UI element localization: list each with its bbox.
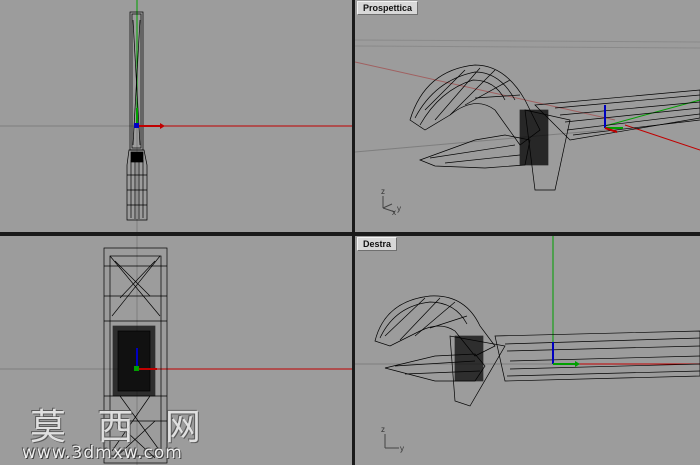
perspective-x-axis (355, 61, 616, 121)
axis-label-z: z (381, 187, 385, 196)
viewport-title-perspective[interactable]: Prospettica (357, 1, 419, 15)
gizmo-z (134, 123, 139, 128)
wrench-wireframe-right (374, 295, 700, 407)
gizmo-y (134, 366, 139, 371)
axis-label-z: z (381, 425, 385, 434)
axis-widget (384, 434, 399, 449)
axis-label-x: x (392, 208, 396, 217)
viewport-title-right[interactable]: Destra (357, 237, 398, 251)
axis-label-y: y (397, 204, 401, 213)
watermark-url: www.3dmxw.com (22, 443, 183, 463)
top-view-scene (0, 0, 352, 232)
viewport-top[interactable] (0, 0, 352, 232)
viewport-right[interactable]: Destra z y (355, 236, 700, 465)
axis-label-y: y (400, 444, 404, 453)
right-view-scene: z y (355, 236, 700, 453)
viewport-perspective[interactable]: Prospettica z x y (355, 0, 700, 232)
perspective-view-scene: z x y (355, 39, 700, 217)
